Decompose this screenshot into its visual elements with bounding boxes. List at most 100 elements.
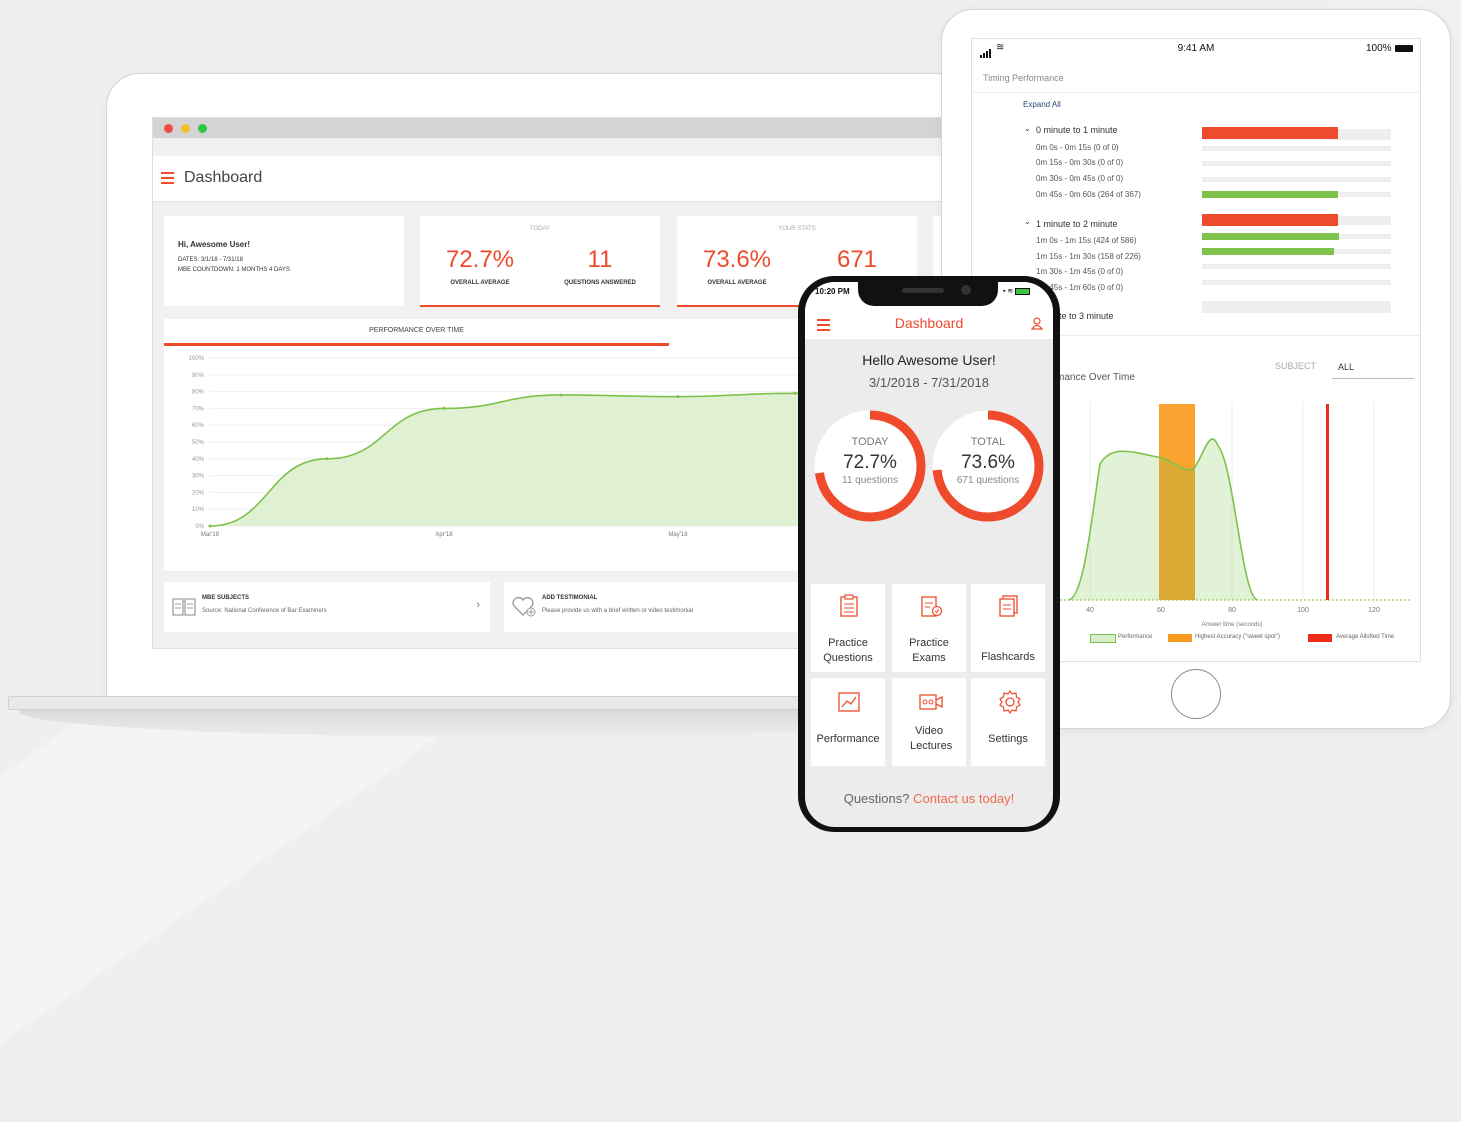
add-testimonial-card[interactable]: ADD TESTIMONIAL Please provide us with a…	[504, 582, 804, 632]
today-ring-value: 72.7%	[843, 452, 897, 473]
y-tick-label: 50%	[192, 440, 205, 446]
mbe-subjects-card[interactable]: MBE SUBJECTS Source: National Conference…	[164, 582, 490, 632]
practice-exams-tile[interactable]: Practice Exams	[892, 584, 966, 672]
x-tick-label: Apr'18	[435, 532, 453, 538]
greeting-countdown: MBE COUNTDOWN: 1 MONTHS 4 DAYS	[178, 267, 290, 273]
legend-performance-swatch	[1090, 634, 1116, 643]
active-tab-indicator	[164, 343, 669, 346]
group-accuracy-bar	[1202, 214, 1338, 226]
chart-icon	[838, 692, 860, 712]
y-tick-label: 70%	[192, 406, 205, 412]
tablet-battery-percent: 100%	[1366, 43, 1392, 54]
phone-footer: Questions? Contact us today!	[805, 791, 1053, 806]
chevron-down-icon[interactable]: ⌄	[1024, 217, 1031, 226]
data-point	[442, 406, 446, 410]
phone-status-time: 10:20 PM	[815, 287, 850, 296]
y-tick-label: 30%	[192, 474, 205, 480]
greeting-dates: DATES: 3/1/18 - 7/31/18	[178, 257, 243, 263]
data-point	[676, 395, 680, 399]
timing-group-0-1[interactable]: 0 minute to 1 minute	[1036, 125, 1118, 135]
questions-text: Questions?	[843, 791, 910, 806]
phone-hello: Hello Awesome User!	[862, 352, 996, 368]
total-ring-sub: 671 questions	[956, 475, 1020, 486]
contact-link[interactable]: Contact us today!	[913, 791, 1014, 806]
timing-group-2-3[interactable]: ute to 3 minute	[1054, 311, 1114, 321]
timing-row: 1m 30s - 1m 45s (0 of 0)	[1036, 267, 1124, 276]
greeting-card: Hi, Awesome User! DATES: 3/1/18 - 7/31/1…	[164, 216, 404, 306]
y-tick-label: 20%	[192, 490, 205, 496]
card-accent-bar	[420, 305, 660, 307]
timing-row: 0m 30s - 0m 45s (0 of 0)	[1036, 174, 1124, 183]
allotted-time-line	[1326, 404, 1329, 600]
total-ring-label: TOTAL	[970, 436, 1006, 448]
timing-row: 1m 0s - 1m 15s (424 of 586)	[1036, 236, 1137, 245]
x-tick-label: 120	[1368, 607, 1380, 614]
close-window-button[interactable]	[164, 124, 173, 133]
expand-all-link[interactable]: Expand All	[1023, 100, 1061, 109]
flashcards-tile[interactable]: Flashcards	[971, 584, 1045, 672]
row-accuracy-bar	[1202, 191, 1338, 198]
add-testimonial-title: ADD TESTIMONIAL	[542, 595, 598, 601]
legend-performance: Performance	[1118, 634, 1153, 640]
today-average-label: OVERALL AVERAGE	[450, 280, 510, 286]
x-tick-label: Mar'18	[201, 532, 220, 538]
data-point	[559, 393, 563, 397]
today-questions-value: 11	[587, 246, 613, 273]
y-tick-label: 0%	[195, 524, 204, 530]
data-point	[793, 391, 797, 395]
subject-dropdown[interactable]: ALL	[1338, 362, 1354, 372]
tile-label: Practice Questions	[823, 637, 873, 664]
battery-icon	[1395, 45, 1413, 52]
your-stats-average-label: OVERALL AVERAGE	[707, 280, 767, 286]
x-tick-label: 80	[1228, 607, 1236, 614]
chevron-right-icon[interactable]: ›	[476, 599, 480, 611]
timing-row: 1m 15s - 1m 30s (158 of 226)	[1036, 252, 1141, 261]
phone-status-icons: ▪︎ ≋	[1003, 287, 1031, 295]
maximize-window-button[interactable]	[198, 124, 207, 133]
tablet-status-time: 9:41 AM	[1177, 43, 1215, 54]
mbe-subjects-source: Source: National Conference of Bar Exami…	[202, 608, 327, 614]
clipboard-icon	[840, 594, 858, 617]
total-ring-value: 73.6%	[961, 452, 1015, 473]
x-tick-label: 60	[1157, 607, 1165, 614]
y-tick-label: 40%	[192, 457, 205, 463]
add-testimonial-subtitle: Please provide us with a brief written o…	[542, 608, 694, 614]
timing-performance-header: Timing Performance	[983, 73, 1064, 83]
y-tick-label: 100%	[189, 356, 205, 362]
phone-dates: 3/1/2018 - 7/31/2018	[869, 375, 989, 390]
y-tick-label: 80%	[192, 390, 205, 396]
menu-icon[interactable]	[161, 172, 174, 187]
performance-tile[interactable]: Performance	[811, 678, 885, 766]
chevron-down-icon[interactable]: ⌄	[1024, 124, 1031, 133]
today-average-value: 72.7%	[445, 246, 515, 273]
phone-notch	[858, 279, 998, 306]
today-stats-card: TODAY 72.7% OVERALL AVERAGE 11 QUESTIONS…	[420, 216, 660, 307]
x-tick-label: May'18	[668, 532, 688, 538]
practice-questions-tile[interactable]: Practice Questions	[811, 584, 885, 672]
legend-allotted-swatch	[1308, 634, 1332, 642]
performance-tab[interactable]: PERFORMANCE OVER TIME	[164, 327, 669, 334]
phone-screen: 10:20 PM ▪︎ ≋ Dashboard Hello Awesome Us…	[805, 282, 1053, 827]
performance-area	[1068, 438, 1258, 600]
phone-title: Dashboard	[894, 315, 964, 331]
legend-sweet-spot-swatch	[1168, 634, 1192, 642]
tile-label: Flashcards	[981, 651, 1035, 663]
y-tick-label: 90%	[192, 373, 205, 379]
tile-label: Performance	[816, 733, 880, 745]
video-camera-icon	[919, 694, 943, 710]
row-accuracy-bar	[1202, 248, 1334, 255]
data-point	[325, 457, 329, 461]
settings-tile[interactable]: Settings	[971, 678, 1045, 766]
minimize-window-button[interactable]	[181, 124, 190, 133]
timing-group-1-2[interactable]: 1 minute to 2 minute	[1036, 219, 1118, 229]
heart-plus-icon	[512, 596, 536, 617]
book-icon	[172, 598, 196, 616]
y-tick-label: 60%	[192, 423, 205, 429]
today-ring-label: TODAY	[851, 436, 889, 448]
tile-label: Video Lectures	[910, 725, 953, 752]
timing-row: 0m 45s - 0m 60s (264 of 367)	[1036, 190, 1141, 199]
video-lectures-tile[interactable]: Video Lectures	[892, 678, 966, 766]
user-icon[interactable]	[1031, 317, 1043, 330]
home-button[interactable]	[1171, 669, 1221, 719]
tablet-chart-title: mance Over Time	[1056, 372, 1135, 383]
